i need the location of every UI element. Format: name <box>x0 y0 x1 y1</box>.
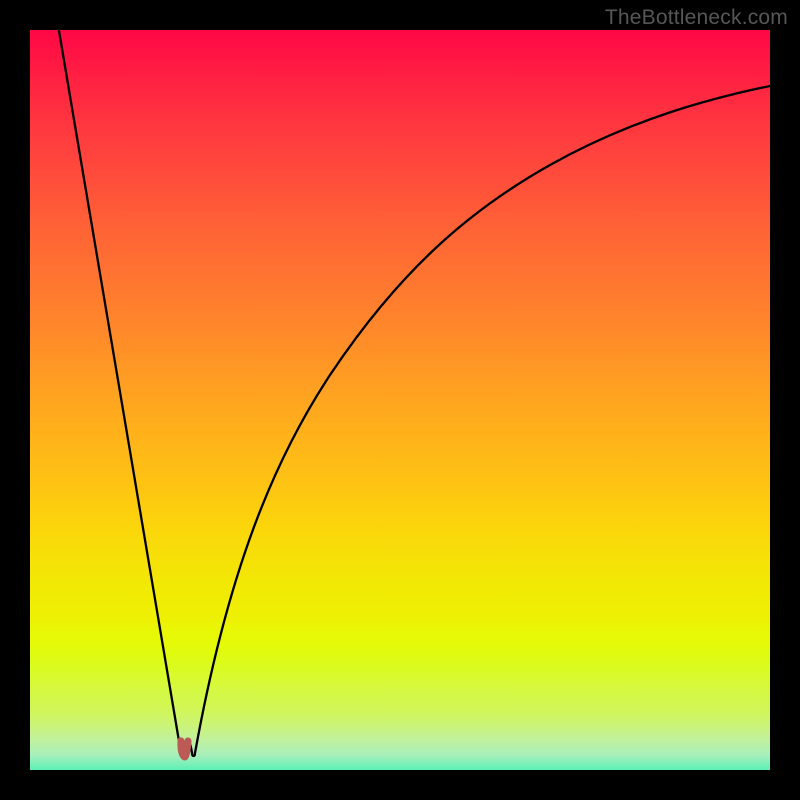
plot-area <box>30 30 770 770</box>
watermark-text: TheBottleneck.com <box>605 6 788 30</box>
bottleneck-curve <box>58 30 770 756</box>
minimum-bump <box>178 738 191 760</box>
chart-frame: TheBottleneck.com <box>0 0 800 800</box>
curve-layer <box>30 30 770 770</box>
